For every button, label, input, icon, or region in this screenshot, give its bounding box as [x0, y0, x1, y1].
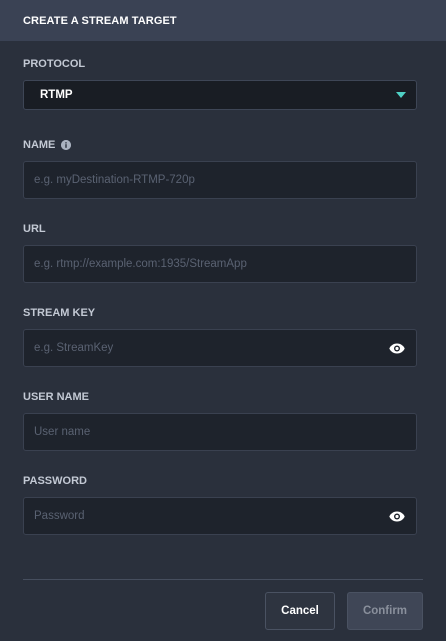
protocol-select-value: RTMP: [40, 89, 73, 101]
user-name-field[interactable]: [23, 413, 417, 451]
eye-icon[interactable]: [388, 339, 406, 357]
url-label: URL: [23, 223, 46, 235]
stream-key-input[interactable]: [34, 342, 388, 354]
footer-divider: [23, 579, 423, 580]
chevron-down-icon: [396, 92, 406, 98]
name-label: NAME: [23, 139, 72, 151]
protocol-label: PROTOCOL: [23, 58, 85, 70]
user-name-input[interactable]: [34, 426, 406, 438]
dialog-title: CREATE A STREAM TARGET: [23, 14, 177, 27]
eye-icon[interactable]: [388, 507, 406, 525]
protocol-select[interactable]: RTMP: [23, 80, 417, 110]
name-field[interactable]: [23, 161, 417, 199]
name-input[interactable]: [34, 174, 406, 186]
stream-key-label-text: STREAM KEY: [23, 307, 96, 319]
user-name-label-text: USER NAME: [23, 391, 90, 403]
password-label: PASSWORD: [23, 475, 87, 487]
password-field[interactable]: [23, 497, 417, 535]
confirm-button[interactable]: Confirm: [347, 592, 423, 630]
stream-key-field[interactable]: [23, 329, 417, 367]
url-field[interactable]: [23, 245, 417, 283]
protocol-label-text: PROTOCOL: [23, 58, 86, 70]
dialog-header: CREATE A STREAM TARGET: [0, 0, 446, 41]
cancel-button[interactable]: Cancel: [265, 592, 335, 630]
info-icon[interactable]: [61, 140, 72, 150]
name-label-text: NAME: [23, 139, 56, 151]
url-input[interactable]: [34, 258, 406, 270]
password-input[interactable]: [34, 510, 388, 522]
password-label-text: PASSWORD: [23, 475, 87, 487]
stream-target-dialog: CREATE A STREAM TARGET PROTOCOL RTMP NAM…: [0, 0, 446, 641]
url-label-text: URL: [23, 223, 46, 235]
stream-key-label: STREAM KEY: [23, 307, 95, 319]
user-name-label: USER NAME: [23, 391, 89, 403]
